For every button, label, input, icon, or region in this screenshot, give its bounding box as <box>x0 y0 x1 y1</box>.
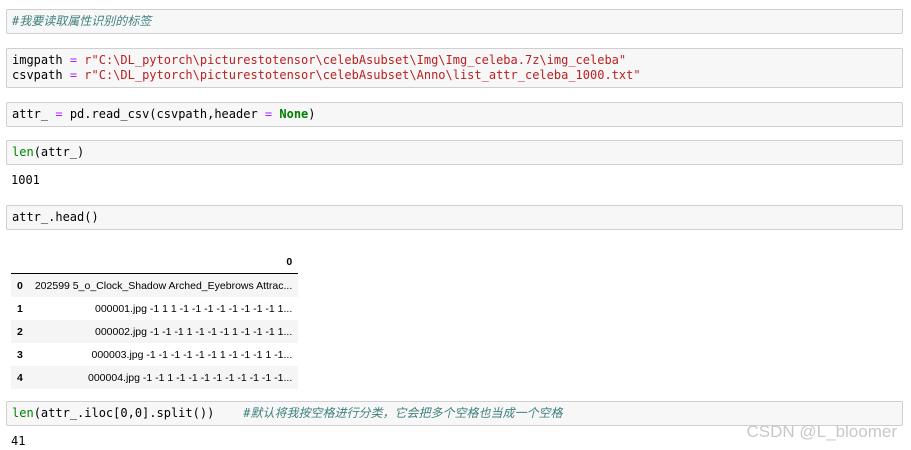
code-comment: #我要读取属性识别的标签 <box>12 14 152 28</box>
string-literal: r"C:\DL_pytorch\picturestotensor\celebAs… <box>84 68 641 82</box>
row-index: 4 <box>17 371 23 384</box>
row-value: 202599 5_o_Clock_Shadow Arched_Eyebrows … <box>34 279 293 292</box>
operator: = <box>55 107 63 121</box>
row-index: 0 <box>17 279 23 292</box>
table-row: 4 000004.jpg -1 -1 1 -1 -1 -1 -1 -1 -1 -… <box>11 366 299 389</box>
cell-output-4: 1001 <box>11 173 40 187</box>
code-cell-4[interactable]: len(attr_) <box>6 140 903 165</box>
code-comment: #默认将我按空格进行分类，它会把多个空格也当成一个空格 <box>243 406 563 420</box>
row-value: 000002.jpg -1 -1 -1 1 -1 -1 -1 1 -1 -1 -… <box>94 325 293 338</box>
operator: = <box>69 53 78 67</box>
operator: = <box>264 107 273 121</box>
builtin-function: len <box>12 406 34 420</box>
row-value: 000003.jpg -1 -1 -1 -1 -1 -1 1 -1 -1 -1 … <box>91 348 293 361</box>
string-literal: r"C:\DL_pytorch\picturestotensor\celebAs… <box>84 53 627 67</box>
code-text: ) <box>308 107 316 121</box>
code-text: attr_.head() <box>12 210 99 224</box>
row-value: 000001.jpg -1 1 1 -1 -1 -1 -1 -1 -1 -1 -… <box>94 302 293 315</box>
code-text: pd.read_csv(csvpath,header <box>69 107 258 121</box>
code-cell-5[interactable]: attr_.head() <box>6 205 903 230</box>
row-index: 3 <box>17 348 23 361</box>
header-index-cell <box>11 250 29 274</box>
code-text: (attr_) <box>33 145 85 159</box>
code-text: (attr_.iloc[0,0].split()) <box>33 406 215 420</box>
code-text: attr_ <box>12 107 49 121</box>
builtin-function: len <box>12 145 34 159</box>
variable-name: imgpath <box>12 53 63 67</box>
row-value: 000004.jpg -1 -1 1 -1 -1 -1 -1 -1 -1 -1 … <box>88 371 293 384</box>
code-cell-3[interactable]: attr_ = pd.read_csv(csvpath,header = Non… <box>6 102 903 127</box>
variable-name: csvpath <box>12 68 63 82</box>
table-row: 0 202599 5_o_Clock_Shadow Arched_Eyebrow… <box>11 273 299 297</box>
table-header-row: 0 <box>11 250 299 274</box>
code-cell-1[interactable]: #我要读取属性识别的标签 <box>6 9 903 34</box>
cell-output-6: 41 <box>11 434 26 448</box>
row-index: 1 <box>17 302 23 315</box>
dataframe-table: 0 0 202599 5_o_Clock_Shadow Arched_Eyebr… <box>11 250 299 389</box>
row-index: 2 <box>17 325 23 338</box>
keyword: None <box>279 107 309 121</box>
csdn-watermark: CSDN @L_bloomer <box>746 422 897 441</box>
table-row: 2 000002.jpg -1 -1 -1 1 -1 -1 -1 1 -1 -1… <box>11 320 299 343</box>
code-cell-2[interactable]: imgpath = r"C:\DL_pytorch\picturestotens… <box>6 48 903 88</box>
table-row: 1 000001.jpg -1 1 1 -1 -1 -1 -1 -1 -1 -1… <box>11 297 298 320</box>
header-column-cell: 0 <box>28 250 299 274</box>
operator: = <box>69 68 78 82</box>
table-row: 3 000003.jpg -1 -1 -1 -1 -1 -1 1 -1 -1 -… <box>11 343 298 366</box>
